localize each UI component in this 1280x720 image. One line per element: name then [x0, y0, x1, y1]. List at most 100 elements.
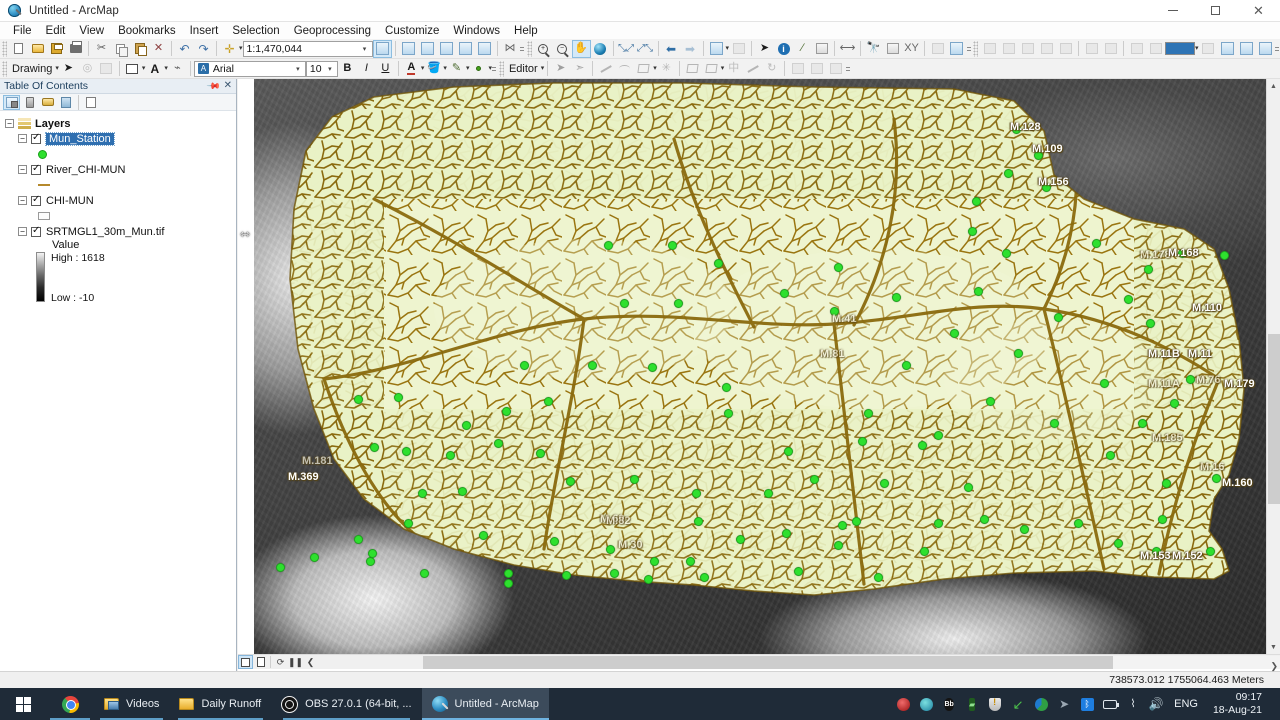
taskbar-item-obs[interactable]: OBS 27.0.1 (64-bit, ...: [271, 688, 421, 720]
menu-geoprocessing[interactable]: Geoprocessing: [287, 23, 378, 39]
identify-icon[interactable]: i: [774, 40, 793, 58]
paste-icon[interactable]: [130, 40, 149, 58]
map-vertical-scrollbar[interactable]: ▲ ▼: [1266, 79, 1280, 654]
underline-button[interactable]: U: [376, 60, 395, 78]
map-canvas[interactable]: M.128 M.109 M.156 M.178 M.168 M.110 M.11B M.11 M…: [254, 79, 1266, 654]
language-indicator[interactable]: ENG: [1172, 698, 1200, 710]
fixed-zoom-in-icon[interactable]: ⤡⤢: [617, 40, 636, 58]
forward-extent-icon[interactable]: ➡: [681, 40, 700, 58]
rotate-element-icon[interactable]: ◎: [78, 60, 97, 78]
trace-icon[interactable]: [634, 60, 653, 78]
straight-segment-icon[interactable]: [596, 60, 615, 78]
hollow-polygon-icon[interactable]: [38, 212, 50, 220]
measure-icon[interactable]: ⟷: [838, 40, 857, 58]
toc-symbol-row[interactable]: [0, 177, 236, 193]
bluetooth-icon[interactable]: ᛒ: [1080, 697, 1094, 711]
edit-annotation-icon[interactable]: ➣: [570, 60, 589, 78]
georef-del-link-icon[interactable]: [1146, 40, 1165, 58]
chevron-down-icon[interactable]: ▾: [541, 65, 545, 72]
toolbar-overflow-icon[interactable]: [1275, 41, 1280, 57]
nvidia-icon[interactable]: ▰: [965, 697, 979, 711]
expand-right-icon[interactable]: ❯: [1270, 661, 1278, 672]
toolbar-grip[interactable]: [2, 40, 7, 57]
toolbar-grip[interactable]: [973, 40, 979, 57]
hyperlink-icon[interactable]: ∕: [793, 40, 812, 58]
fill-color-icon[interactable]: 🪣: [424, 60, 443, 78]
pause-drawing-button[interactable]: ❚❚: [288, 655, 303, 669]
copy-icon[interactable]: [111, 40, 130, 58]
green-arrow-icon[interactable]: ↙: [1011, 697, 1025, 711]
volume-icon[interactable]: 🔊: [1149, 697, 1164, 711]
italic-button[interactable]: I: [357, 60, 376, 78]
create-viewer-icon[interactable]: [947, 40, 966, 58]
clear-selection-icon[interactable]: [729, 40, 748, 58]
line-color-icon[interactable]: ✎: [447, 60, 466, 78]
list-by-drawing-order-icon[interactable]: [21, 95, 38, 110]
georef-scale-icon[interactable]: [1037, 40, 1056, 58]
cut-polygons-icon[interactable]: [743, 60, 762, 78]
teal-app-icon[interactable]: [919, 697, 933, 711]
georef-rotate-right-icon[interactable]: [999, 40, 1018, 58]
brown-line-icon[interactable]: [38, 184, 50, 186]
toolbar-grip[interactable]: [526, 40, 532, 57]
chevron-down-icon[interactable]: ▾: [291, 62, 305, 76]
toc-layer-river-chi-mun[interactable]: − River_CHI-MUN: [0, 162, 236, 177]
layout-view-button[interactable]: [253, 655, 268, 669]
toc-options-icon[interactable]: [82, 95, 99, 110]
toc-symbol-row[interactable]: [0, 208, 236, 224]
print-icon[interactable]: [66, 40, 85, 58]
horizontal-scrollbar-thumb[interactable]: [423, 655, 1113, 669]
georef-flip-icon[interactable]: [1056, 40, 1075, 58]
taskbar-item-chrome[interactable]: [46, 688, 94, 720]
list-by-visibility-icon[interactable]: [39, 95, 56, 110]
snapping-icon[interactable]: ✳: [657, 60, 676, 78]
construct-polygons-icon[interactable]: [683, 60, 702, 78]
add-data-icon[interactable]: ✛: [220, 40, 239, 58]
collapse-icon[interactable]: −: [5, 119, 14, 128]
create-features-window-icon[interactable]: [826, 60, 845, 78]
font-size-combobox[interactable]: 10 ▾: [305, 60, 338, 77]
select-features-icon[interactable]: [707, 40, 726, 58]
go-to-xy-icon[interactable]: XY: [902, 40, 921, 58]
bb-app-icon[interactable]: Bb: [942, 697, 956, 711]
refresh-view-button[interactable]: ⟳: [273, 655, 288, 669]
drawing-menu-label[interactable]: Drawing: [9, 63, 55, 75]
close-icon[interactable]: ✕: [224, 81, 232, 91]
georef-fit-icon[interactable]: [1082, 40, 1101, 58]
wifi-icon[interactable]: ⌇: [1126, 697, 1140, 711]
attributes-window-icon[interactable]: [788, 60, 807, 78]
list-by-selection-icon[interactable]: [57, 95, 74, 110]
graphic-operations-icon[interactable]: [97, 60, 116, 78]
swipe-icon[interactable]: [1237, 40, 1256, 58]
save-icon[interactable]: [47, 40, 66, 58]
menu-bookmarks[interactable]: Bookmarks: [111, 23, 183, 39]
toolbar-overflow-icon[interactable]: [492, 61, 497, 77]
transparency-color-swatch[interactable]: [1165, 42, 1196, 55]
find-route-icon[interactable]: [883, 40, 902, 58]
split-tool-icon[interactable]: 中: [724, 60, 743, 78]
python-window-icon[interactable]: [475, 40, 494, 58]
previous-extent-button[interactable]: ❮: [303, 655, 318, 669]
table-window-icon[interactable]: [399, 40, 418, 58]
menu-customize[interactable]: Customize: [378, 23, 446, 39]
recording-indicator-icon[interactable]: [896, 697, 910, 711]
zoom-out-icon[interactable]: −: [553, 40, 572, 58]
minimize-button[interactable]: [1151, 0, 1194, 22]
toc-layer-mun-station[interactable]: − Mun_Station: [0, 131, 236, 146]
menu-insert[interactable]: Insert: [183, 23, 226, 39]
delete-icon[interactable]: ✕: [149, 40, 168, 58]
scroll-up-icon[interactable]: ▲: [1267, 79, 1280, 93]
collapse-icon[interactable]: −: [18, 196, 27, 205]
layer-visibility-checkbox[interactable]: [31, 163, 41, 175]
collapse-icon[interactable]: −: [18, 134, 27, 143]
green-circle-point-icon[interactable]: [38, 149, 47, 159]
georef-shift-icon[interactable]: [1018, 40, 1037, 58]
scrollbar-track-left[interactable]: [318, 655, 423, 669]
select-elements-pointer-icon[interactable]: ➤: [755, 40, 774, 58]
split-polygons-icon[interactable]: [702, 60, 721, 78]
toc-layer-tree[interactable]: − Layers − Mun_Station − River_CHI-MUN: [0, 111, 236, 671]
toc-layer-srtm-raster[interactable]: − SRTMGL1_30m_Mun.tif: [0, 224, 236, 239]
catalog-window-icon[interactable]: [418, 40, 437, 58]
edit-vertices-icon[interactable]: ⌁: [168, 60, 187, 78]
scrollbar-track-right[interactable]: [1113, 655, 1280, 669]
